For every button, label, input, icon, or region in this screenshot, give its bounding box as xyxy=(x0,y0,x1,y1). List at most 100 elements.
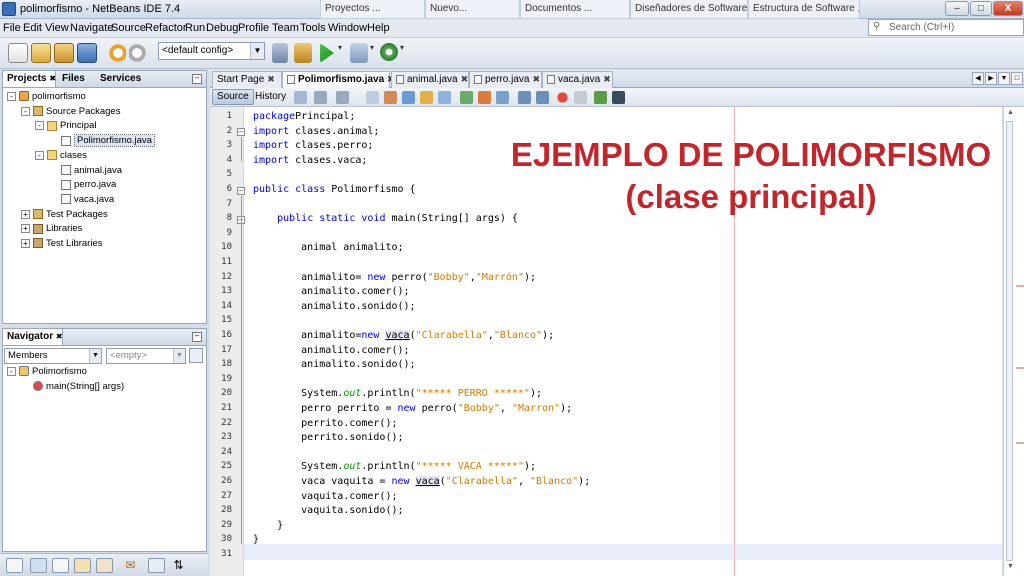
maximize-editor-icon[interactable]: □ xyxy=(1011,72,1023,85)
run-icon[interactable] xyxy=(320,43,334,63)
palette-window-icon[interactable] xyxy=(74,558,91,573)
menu-window[interactable]: Window xyxy=(328,22,367,34)
close-icon[interactable]: ✖ xyxy=(56,332,63,341)
back-icon[interactable] xyxy=(314,91,327,104)
tree-item[interactable]: + Libraries xyxy=(21,222,82,236)
open-project-icon[interactable] xyxy=(54,43,74,63)
save-all-icon[interactable] xyxy=(77,43,97,63)
background-window-tab[interactable]: Diseñadores de Software ... xyxy=(630,0,748,19)
code-line[interactable]: animalito.comer(); xyxy=(253,343,409,358)
code-line[interactable]: import clases.animal; xyxy=(253,124,379,139)
background-window-tab[interactable]: Nuevo... xyxy=(425,0,520,19)
menu-profile[interactable]: Profile xyxy=(238,22,269,34)
profile-icon[interactable] xyxy=(380,43,398,61)
close-icon[interactable]: ✖ xyxy=(267,74,275,84)
scroll-tabs-right-icon[interactable]: ▶ xyxy=(985,72,997,85)
menu-run[interactable]: Run xyxy=(185,22,205,34)
source-view-button[interactable]: Source xyxy=(212,89,254,105)
new-project-icon[interactable] xyxy=(31,43,51,63)
error-stripe-mark[interactable] xyxy=(1016,367,1024,369)
members-select[interactable]: Members ▼ xyxy=(4,348,102,364)
uncomment-icon[interactable] xyxy=(612,91,625,104)
tree-item[interactable]: - clases xyxy=(35,149,87,163)
close-icon[interactable]: ✖ xyxy=(461,74,469,84)
close-icon[interactable]: ✖ xyxy=(49,74,56,83)
tab-start-page[interactable]: Start Page ✖ xyxy=(212,71,282,88)
fold-collapse-icon[interactable]: – xyxy=(237,128,245,136)
properties-window-icon[interactable] xyxy=(52,558,69,573)
code-line[interactable]: animal animalito; xyxy=(253,240,403,255)
expand-icon[interactable]: + xyxy=(21,224,30,234)
sort-icon[interactable]: ⇅ xyxy=(170,558,187,573)
code-line[interactable]: animalito=new vaca("Clarabella","Blanco"… xyxy=(253,328,554,343)
find-previous-icon[interactable] xyxy=(384,91,397,104)
toggle-highlight-icon[interactable] xyxy=(420,91,433,104)
scroll-up-icon[interactable]: ▲ xyxy=(1005,109,1016,119)
collapse-icon[interactable]: - xyxy=(7,366,16,376)
code-line[interactable]: packagePrincipal; xyxy=(253,109,355,124)
redo-icon[interactable] xyxy=(129,43,149,63)
minimize-panel-icon[interactable]: – xyxy=(192,74,202,84)
toggle-bookmark-icon[interactable] xyxy=(496,91,509,104)
toggle-rectangular-icon[interactable] xyxy=(438,91,451,104)
code-line[interactable]: animalito.sonido(); xyxy=(253,299,415,314)
tree-item[interactable]: - Principal xyxy=(35,119,96,133)
code-line[interactable]: perrito.sonido(); xyxy=(253,430,403,445)
minimize-panel-icon[interactable]: – xyxy=(192,332,202,342)
code-line[interactable]: import clases.vaca; xyxy=(253,153,367,168)
undo-icon[interactable] xyxy=(106,43,126,63)
show-opened-documents-icon[interactable]: ▼ xyxy=(998,72,1010,85)
tab-animal-java[interactable]: animal.java ✖ xyxy=(391,71,469,88)
tree-item[interactable]: Polimorfismo.java xyxy=(49,134,155,148)
expand-icon[interactable]: + xyxy=(21,238,30,248)
code-line[interactable]: animalito.sonido(); xyxy=(253,357,415,372)
code-line[interactable]: System.out.println("***** VACA *****"); xyxy=(253,459,536,474)
tree-item[interactable]: animal.java xyxy=(49,164,122,178)
close-icon[interactable]: ✖ xyxy=(603,74,611,84)
code-line[interactable]: public class Polimorfismo { xyxy=(253,182,416,197)
run-dropdown-icon[interactable]: ▾ xyxy=(338,43,346,63)
usages-window-icon[interactable] xyxy=(96,558,113,573)
background-window-tab[interactable]: Proyectos ... xyxy=(320,0,425,19)
menu-debug[interactable]: Debug xyxy=(206,22,238,34)
navigator-item[interactable]: main(String[] args) xyxy=(33,380,124,394)
code-line[interactable]: animalito.comer(); xyxy=(253,284,409,299)
tasks-window-icon[interactable] xyxy=(30,558,47,573)
menu-refactor[interactable]: Refactor xyxy=(145,22,187,34)
code-line[interactable]: vaquita.comer(); xyxy=(253,489,397,504)
background-window-tab[interactable]: Estructura de Software ... xyxy=(748,0,860,19)
close-button[interactable]: X xyxy=(993,1,1023,16)
maximize-button[interactable]: □ xyxy=(970,1,992,16)
code-line[interactable]: } xyxy=(253,518,283,533)
collapse-icon[interactable]: - xyxy=(21,106,30,116)
build-hammer-icon[interactable] xyxy=(272,43,288,63)
menu-file[interactable]: File xyxy=(3,22,21,34)
tab-projects[interactable]: Projects ✖ xyxy=(3,71,56,87)
scroll-tabs-left-icon[interactable]: ◀ xyxy=(972,72,984,85)
collapse-icon[interactable]: - xyxy=(35,121,44,131)
new-file-icon[interactable] xyxy=(8,43,28,63)
tab-vaca-java[interactable]: vaca.java ✖ xyxy=(542,71,613,88)
notifications-icon[interactable]: ✉ xyxy=(122,558,139,573)
code-line[interactable]: public static void main(String[] args) { xyxy=(253,211,518,226)
shift-left-icon[interactable] xyxy=(518,91,531,104)
profile-dropdown-icon[interactable]: ▾ xyxy=(400,43,408,63)
collapse-icon[interactable]: - xyxy=(35,150,44,160)
menu-navigate[interactable]: Navigate xyxy=(70,22,113,34)
expand-icon[interactable]: + xyxy=(21,209,30,219)
tree-item[interactable]: - Source Packages xyxy=(21,105,120,119)
minimize-button[interactable]: – xyxy=(945,1,969,16)
code-line[interactable]: perrito.comer(); xyxy=(253,416,397,431)
search-input[interactable]: ⚲ Search (Ctrl+I) xyxy=(868,19,1024,36)
code-line[interactable]: animalito= new perro("Bobby","Marrón"); xyxy=(253,270,536,285)
navigator-settings-icon[interactable] xyxy=(189,348,203,363)
tab-polimorfismo-java[interactable]: Polimorfismo.java✖ xyxy=(282,71,395,88)
code-line[interactable]: perro perrito = new perro("Bobby", "Marr… xyxy=(253,401,572,416)
tab-services[interactable]: Services xyxy=(96,71,145,87)
stop-macro-icon[interactable] xyxy=(574,91,587,104)
tab-files[interactable]: Files xyxy=(58,71,89,87)
close-icon[interactable]: ✖ xyxy=(532,74,540,84)
code-line[interactable]: } xyxy=(253,532,259,547)
collapse-icon[interactable]: - xyxy=(7,91,16,101)
code-line[interactable]: vaca vaquita = new vaca("Clarabella", "B… xyxy=(253,474,590,489)
